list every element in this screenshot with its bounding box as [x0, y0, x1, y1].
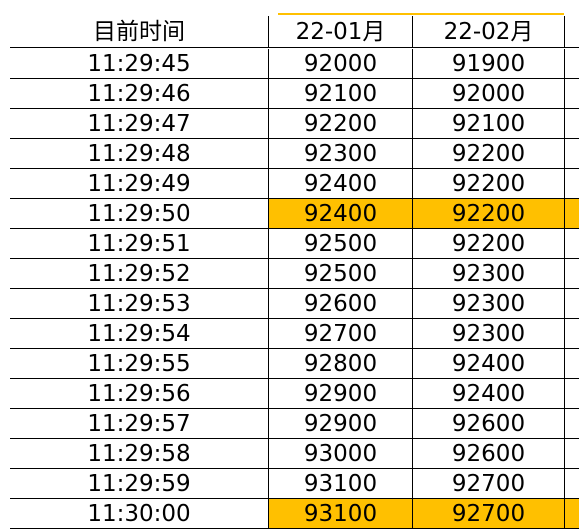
header-time[interactable]: 目前时间 — [10, 16, 268, 48]
time-cell[interactable]: 11:29:49 — [10, 169, 268, 199]
table-row: 11:29:48 92300 92200 — [0, 139, 579, 169]
table-row: 11:29:55 92800 92400 — [0, 349, 579, 379]
header-month-2[interactable]: 22-02月 — [413, 16, 565, 48]
month-2-cell[interactable]: 91900 — [413, 49, 565, 79]
month-2-cell[interactable]: 92700 — [413, 469, 565, 499]
month-1-cell[interactable]: 92500 — [268, 259, 413, 289]
month-2-cell[interactable]: 92200 — [413, 199, 565, 229]
month-1-cell[interactable]: 92000 — [268, 49, 413, 79]
extra-cell[interactable] — [565, 169, 579, 199]
extra-cell[interactable] — [565, 79, 579, 109]
time-cell[interactable]: 11:29:55 — [10, 349, 268, 379]
month-2-cell[interactable]: 92700 — [413, 499, 565, 529]
extra-cell[interactable] — [565, 379, 579, 409]
time-cell[interactable]: 11:29:45 — [10, 49, 268, 79]
extra-cell[interactable] — [565, 289, 579, 319]
month-2-cell[interactable]: 92300 — [413, 289, 565, 319]
header-extra[interactable] — [565, 16, 579, 48]
month-1-cell[interactable]: 92500 — [268, 229, 413, 259]
header-top-rule — [278, 13, 564, 15]
extra-cell[interactable] — [565, 199, 579, 229]
month-2-cell[interactable]: 92100 — [413, 109, 565, 139]
time-cell[interactable]: 11:29:48 — [10, 139, 268, 169]
month-2-cell[interactable]: 92300 — [413, 259, 565, 289]
time-cell[interactable]: 11:29:58 — [10, 439, 268, 469]
table-row: 11:29:54 92700 92300 — [0, 319, 579, 349]
month-1-cell[interactable]: 92900 — [268, 379, 413, 409]
month-1-cell[interactable]: 92600 — [268, 289, 413, 319]
time-cell[interactable]: 11:29:56 — [10, 379, 268, 409]
time-cell[interactable]: 11:29:57 — [10, 409, 268, 439]
time-cell[interactable]: 11:29:53 — [10, 289, 268, 319]
month-2-cell[interactable]: 92200 — [413, 139, 565, 169]
extra-cell[interactable] — [565, 319, 579, 349]
table-row: 11:30:00 93100 92700 — [0, 499, 579, 529]
time-cell[interactable]: 11:29:46 — [10, 79, 268, 109]
time-cell[interactable]: 11:29:54 — [10, 319, 268, 349]
month-2-cell[interactable]: 92600 — [413, 439, 565, 469]
table-row: 11:29:46 92100 92000 — [0, 79, 579, 109]
month-2-cell[interactable]: 92000 — [413, 79, 565, 109]
month-1-cell[interactable]: 92800 — [268, 349, 413, 379]
extra-cell[interactable] — [565, 259, 579, 289]
time-cell[interactable]: 11:29:50 — [10, 199, 268, 229]
month-2-cell[interactable]: 92200 — [413, 169, 565, 199]
table-row: 11:29:56 92900 92400 — [0, 379, 579, 409]
month-2-cell[interactable]: 92600 — [413, 409, 565, 439]
extra-cell[interactable] — [565, 439, 579, 469]
extra-cell[interactable] — [565, 139, 579, 169]
table-row: 11:29:50 92400 92200 — [0, 199, 579, 229]
extra-cell[interactable] — [565, 469, 579, 499]
month-1-cell[interactable]: 92900 — [268, 409, 413, 439]
header-month-1[interactable]: 22-01月 — [268, 16, 413, 48]
header-row: 目前时间 22-01月 22-02月 — [0, 16, 579, 48]
extra-cell[interactable] — [565, 499, 579, 529]
month-2-cell[interactable]: 92200 — [413, 229, 565, 259]
month-2-cell[interactable]: 92400 — [413, 349, 565, 379]
table-row: 11:29:52 92500 92300 — [0, 259, 579, 289]
table-row: 11:29:45 92000 91900 — [0, 49, 579, 79]
extra-cell[interactable] — [565, 49, 579, 79]
extra-cell[interactable] — [565, 229, 579, 259]
month-1-cell[interactable]: 92300 — [268, 139, 413, 169]
table-row: 11:29:59 93100 92700 — [0, 469, 579, 499]
time-cell[interactable]: 11:29:47 — [10, 109, 268, 139]
time-cell[interactable]: 11:29:59 — [10, 469, 268, 499]
month-1-cell[interactable]: 93000 — [268, 439, 413, 469]
month-2-cell[interactable]: 92300 — [413, 319, 565, 349]
time-cell[interactable]: 11:30:00 — [10, 499, 268, 529]
table-row: 11:29:53 92600 92300 — [0, 289, 579, 319]
time-cell[interactable]: 11:29:51 — [10, 229, 268, 259]
table-row: 11:29:47 92200 92100 — [0, 109, 579, 139]
table-row: 11:29:57 92900 92600 — [0, 409, 579, 439]
extra-cell[interactable] — [565, 409, 579, 439]
month-1-cell[interactable]: 92400 — [268, 199, 413, 229]
month-1-cell[interactable]: 92200 — [268, 109, 413, 139]
month-1-cell[interactable]: 92400 — [268, 169, 413, 199]
month-1-cell[interactable]: 93100 — [268, 469, 413, 499]
time-cell[interactable]: 11:29:52 — [10, 259, 268, 289]
spreadsheet: 目前时间 22-01月 22-02月 11:29:45 92000 91900 11:… — [0, 0, 579, 529]
table-row: 11:29:49 92400 92200 — [0, 169, 579, 199]
table-row: 11:29:58 93000 92600 — [0, 439, 579, 469]
month-2-cell[interactable]: 92400 — [413, 379, 565, 409]
extra-cell[interactable] — [565, 349, 579, 379]
month-1-cell[interactable]: 92100 — [268, 79, 413, 109]
month-1-cell[interactable]: 93100 — [268, 499, 413, 529]
table-row: 11:29:51 92500 92200 — [0, 229, 579, 259]
extra-cell[interactable] — [565, 109, 579, 139]
month-1-cell[interactable]: 92700 — [268, 319, 413, 349]
